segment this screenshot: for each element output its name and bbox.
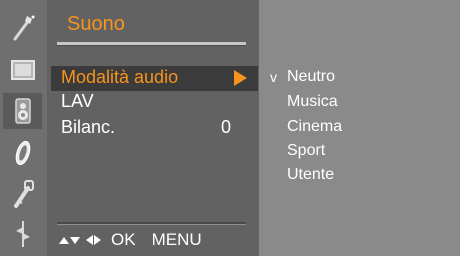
submenu-option-sport[interactable]: Sport bbox=[287, 142, 325, 160]
category-sidebar bbox=[0, 0, 47, 256]
left-right-arrows-icon bbox=[86, 235, 101, 245]
menu-item-modalita-audio[interactable]: Modalità audio bbox=[61, 67, 178, 88]
menu-item-bilanc[interactable]: Bilanc. bbox=[61, 117, 115, 138]
screen-icon[interactable] bbox=[3, 52, 42, 88]
balance-value: 0 bbox=[221, 117, 232, 137]
submenu-option-cinema[interactable]: Cinema bbox=[287, 118, 342, 136]
submenu-panel: v Neutro Musica Cinema Sport Utente bbox=[259, 0, 460, 256]
submenu-option-utente[interactable]: Utente bbox=[287, 166, 334, 184]
clock-icon[interactable] bbox=[3, 135, 42, 171]
tv-osd-menu: Suono Modalità audio LAV Bilanc. 0 OK ME… bbox=[0, 0, 460, 256]
submenu-arrow-icon bbox=[234, 70, 247, 86]
menu-item-lav[interactable]: LAV bbox=[61, 91, 94, 112]
submenu-option-neutro[interactable]: Neutro bbox=[287, 68, 335, 86]
submenu-option-musica[interactable]: Musica bbox=[287, 93, 338, 111]
navigation-hint-bar: OK MENU bbox=[59, 230, 202, 250]
lock-key-icon[interactable] bbox=[3, 176, 42, 212]
speaker-icon[interactable] bbox=[3, 93, 42, 129]
footer-divider-highlight bbox=[57, 224, 246, 225]
option-tool-icon[interactable] bbox=[3, 216, 42, 252]
up-down-arrows-icon bbox=[59, 236, 80, 244]
current-option-check-icon: v bbox=[270, 69, 277, 85]
picture-wand-icon[interactable] bbox=[3, 10, 42, 46]
menu-hint: MENU bbox=[151, 230, 202, 249]
menu-title: Suono bbox=[67, 13, 125, 35]
title-divider-shadow bbox=[57, 45, 246, 46]
ok-hint: OK bbox=[111, 230, 136, 249]
main-menu-panel: Suono Modalità audio LAV Bilanc. 0 OK ME… bbox=[47, 0, 259, 256]
